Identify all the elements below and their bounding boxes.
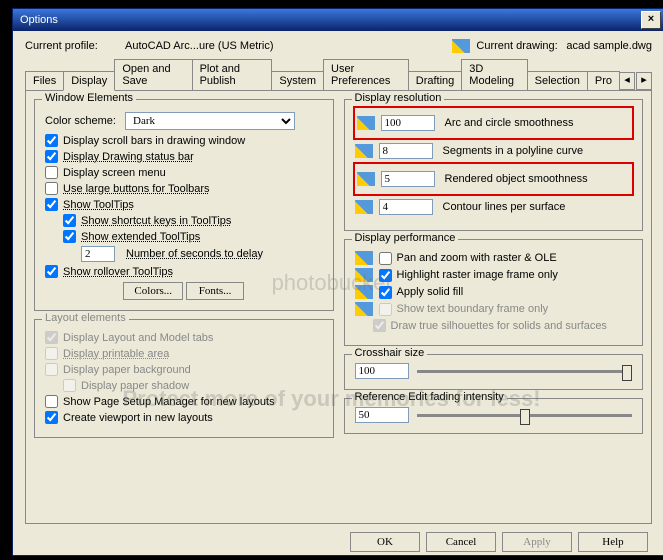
apply-button: Apply xyxy=(502,532,572,552)
group-title: Layout elements xyxy=(42,312,129,324)
rendered-label: Rendered object smoothness xyxy=(445,173,588,185)
arc-label: Arc and circle smoothness xyxy=(445,117,574,129)
window-elements-group: Window Elements Color scheme:Dark Displa… xyxy=(34,99,334,311)
close-icon[interactable]: × xyxy=(641,11,661,29)
group-title: Window Elements xyxy=(42,92,136,104)
display-resolution-group: Display resolution Arc and circle smooth… xyxy=(344,99,644,231)
layout-elements-group: Layout elements Display Layout and Model… xyxy=(34,319,334,438)
group-title: Display performance xyxy=(352,232,459,244)
rendered-input[interactable] xyxy=(381,171,435,187)
color-scheme-select[interactable]: Dark xyxy=(125,112,295,130)
paper-bg-checkbox[interactable]: Display paper background xyxy=(45,363,323,376)
setting-icon xyxy=(355,200,373,214)
pan-checkbox[interactable] xyxy=(379,252,392,265)
setting-icon xyxy=(355,302,373,316)
paper-shadow-checkbox[interactable]: Display paper shadow xyxy=(63,379,323,392)
setting-icon xyxy=(355,285,373,299)
refedit-group: Reference Edit fading intensity xyxy=(344,398,644,434)
setting-icon xyxy=(355,268,373,282)
largebuttons-checkbox[interactable]: Use large buttons for Toolbars xyxy=(45,182,323,195)
scrollbars-checkbox[interactable]: Display scroll bars in drawing window xyxy=(45,134,323,147)
printable-checkbox[interactable]: Display printable area xyxy=(45,347,323,360)
tab-bar: Files Display Open and Save Plot and Pub… xyxy=(25,59,652,90)
layout-tabs-checkbox[interactable]: Display Layout and Model tabs xyxy=(45,331,323,344)
drawing-value: acad sample.dwg xyxy=(566,40,652,52)
group-title: Crosshair size xyxy=(352,347,428,359)
highlight-checkbox[interactable] xyxy=(379,269,392,282)
delay-input[interactable] xyxy=(81,246,115,262)
extended-checkbox[interactable]: Show extended ToolTips xyxy=(63,230,323,243)
tab-left-icon[interactable]: ◂ xyxy=(619,72,635,90)
tab-drafting[interactable]: Drafting xyxy=(408,71,463,90)
fill-checkbox[interactable] xyxy=(379,286,392,299)
display-performance-group: Display performance Pan and zoom with ra… xyxy=(344,239,644,346)
help-button[interactable]: Help xyxy=(578,532,648,552)
tab-selection[interactable]: Selection xyxy=(527,71,588,90)
color-scheme-label: Color scheme: xyxy=(45,115,125,127)
crosshair-slider[interactable] xyxy=(417,370,633,373)
colors-button[interactable]: Colors... xyxy=(123,282,183,300)
refedit-input[interactable] xyxy=(355,407,409,423)
setting-icon xyxy=(355,251,373,265)
ok-button[interactable]: OK xyxy=(350,532,420,552)
silhouette-checkbox xyxy=(373,319,386,332)
segments-label: Segments in a polyline curve xyxy=(443,145,584,157)
drawing-icon xyxy=(452,39,470,53)
drawing-label: Current drawing: xyxy=(476,40,566,52)
textframe-checkbox xyxy=(379,303,392,316)
delay-label: Number of seconds to delay xyxy=(126,248,263,260)
title-bar: Options × xyxy=(13,9,663,31)
setting-icon xyxy=(357,116,375,130)
tab-system[interactable]: System xyxy=(271,71,324,90)
tab-3d[interactable]: 3D Modeling xyxy=(461,59,527,90)
setting-icon xyxy=(355,144,373,158)
statusbar-checkbox[interactable]: Display Drawing status bar xyxy=(45,150,323,163)
shortcut-checkbox[interactable]: Show shortcut keys in ToolTips xyxy=(63,214,323,227)
profile-value: AutoCAD Arc...ure (US Metric) xyxy=(125,40,274,52)
title-text: Options xyxy=(16,14,641,26)
group-title: Reference Edit fading intensity xyxy=(352,391,507,403)
contour-label: Contour lines per surface xyxy=(443,201,566,213)
page-setup-checkbox[interactable]: Show Page Setup Manager for new layouts xyxy=(45,395,323,408)
tab-files[interactable]: Files xyxy=(25,71,64,90)
tab-open-save[interactable]: Open and Save xyxy=(114,59,192,90)
setting-icon xyxy=(357,172,375,186)
crosshair-input[interactable] xyxy=(355,363,409,379)
options-dialog: Options × Current profile: AutoCAD Arc..… xyxy=(12,8,663,556)
tab-user-pref[interactable]: User Preferences xyxy=(323,59,409,90)
profile-label: Current profile: xyxy=(25,40,125,52)
refedit-slider[interactable] xyxy=(417,414,633,417)
crosshair-group: Crosshair size xyxy=(344,354,644,390)
arc-input[interactable] xyxy=(381,115,435,131)
segments-input[interactable] xyxy=(379,143,433,159)
viewport-checkbox[interactable]: Create viewport in new layouts xyxy=(45,411,323,424)
fonts-button[interactable]: Fonts... xyxy=(186,282,244,300)
screenmenu-checkbox[interactable]: Display screen menu xyxy=(45,166,323,179)
tab-plot[interactable]: Plot and Publish xyxy=(192,59,273,90)
contour-input[interactable] xyxy=(379,199,433,215)
rollover-checkbox[interactable]: Show rollover ToolTips xyxy=(45,265,323,278)
cancel-button[interactable]: Cancel xyxy=(426,532,496,552)
tab-display[interactable]: Display xyxy=(63,71,115,91)
tab-right-icon[interactable]: ▸ xyxy=(636,72,652,90)
group-title: Display resolution xyxy=(352,92,445,104)
tooltips-checkbox[interactable]: Show ToolTips xyxy=(45,198,323,211)
tab-profiles[interactable]: Pro xyxy=(587,71,620,90)
